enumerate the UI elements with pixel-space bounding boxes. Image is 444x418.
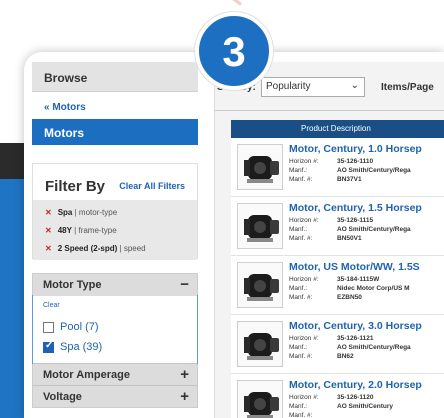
divider bbox=[215, 110, 444, 111]
motor-type-header[interactable]: Motor Type − bbox=[33, 274, 197, 296]
applied-filters-list: ✕ Spa | motor-type ✕ 48Y | frame-type ✕ 2 S… bbox=[33, 200, 197, 260]
product-horizon: Horizon #: 35-126-1110 bbox=[289, 158, 374, 165]
filter-by-title: Filter By bbox=[45, 178, 106, 195]
option-pool[interactable]: Pool (7) bbox=[43, 317, 197, 337]
applied-filter-type: | frame-type bbox=[74, 226, 117, 235]
motor-image[interactable] bbox=[237, 380, 283, 418]
motor-image[interactable] bbox=[237, 203, 283, 249]
step-number: 3 bbox=[222, 28, 246, 75]
product-manf-number: Manf. #: BN50V1 bbox=[289, 235, 362, 242]
decorative-line bbox=[232, 0, 242, 6]
step-badge: 3 bbox=[195, 12, 273, 90]
product-manufacturer: Manf.: AO Smith/Century bbox=[289, 403, 393, 410]
browser-panel: Browse « Motors Motors Filter By Clear A… bbox=[24, 52, 444, 418]
product-horizon: Horizon #: 35-126-1120 bbox=[289, 394, 374, 401]
applied-filter: ✕ 48Y | frame-type bbox=[45, 226, 197, 244]
product-horizon: Horizon #: 35-126-1115 bbox=[289, 217, 374, 224]
motor-image[interactable] bbox=[237, 262, 283, 308]
sidebar: Browse « Motors Motors Filter By Clear A… bbox=[32, 62, 198, 418]
motor-type-options: Clear Pool (7) Spa (39) bbox=[32, 295, 198, 364]
applied-filter-value: 48Y bbox=[57, 226, 72, 235]
product-horizon: Horizon #: 35-126-1121 bbox=[289, 335, 374, 342]
applied-filter: ✕ Spa | motor-type bbox=[45, 208, 197, 226]
chevron-down-icon: ⌄ bbox=[350, 80, 359, 91]
results-area: Sort By: Popularity ⌄ Items/Page Product… bbox=[214, 62, 444, 418]
expand-icon[interactable]: + bbox=[180, 366, 189, 383]
collapse-icon[interactable]: − bbox=[180, 276, 189, 293]
applied-filter: ✕ 2 Speed (2-spd) | speed bbox=[45, 244, 197, 262]
remove-filter-icon[interactable]: ✕ bbox=[45, 244, 52, 253]
screenshot-stage: Browse « Motors Motors Filter By Clear A… bbox=[0, 0, 444, 418]
pool-checkbox[interactable] bbox=[43, 321, 54, 333]
product-manf-number: Manf. #: BN62 bbox=[289, 353, 354, 360]
option-spa[interactable]: Spa (39) bbox=[43, 337, 197, 357]
clear-all-filters-link[interactable]: Clear All Filters bbox=[119, 181, 185, 191]
motor-amperage-section[interactable]: Motor Amperage + bbox=[33, 363, 197, 385]
product-row[interactable]: Motor, Century, 1.0 Horsep Horizon #: 35-1… bbox=[231, 138, 444, 197]
product-manufacturer: Manf.: AO Smith/Century/Rega bbox=[289, 344, 411, 351]
voltage-section[interactable]: Voltage + bbox=[33, 385, 197, 407]
product-horizon: Horizon #: 35-184-1115W bbox=[289, 276, 380, 283]
remove-filter-icon[interactable]: ✕ bbox=[45, 208, 52, 217]
product-title-link[interactable]: Motor, Century, 1.0 Horsep bbox=[289, 143, 422, 155]
applied-filter-type: | speed bbox=[119, 244, 146, 253]
product-list: Motor, Century, 1.0 Horsep Horizon #: 35-1… bbox=[231, 138, 444, 418]
applied-filter-type: | motor-type bbox=[74, 208, 118, 217]
product-row[interactable]: Motor, Century, 3.0 Horsep Horizon #: 35-1… bbox=[231, 315, 444, 374]
applied-filter-value: 2 Speed (2-spd) bbox=[57, 244, 118, 253]
filter-by-block: Filter By Clear All Filters ✕ Spa | motor… bbox=[32, 163, 198, 260]
spa-checkbox[interactable] bbox=[43, 340, 54, 353]
product-title-link[interactable]: Motor, Century, 1.5 Horsep bbox=[289, 202, 422, 214]
expand-icon[interactable]: + bbox=[180, 388, 189, 405]
product-manufacturer: Manf.: AO Smith/Century/Rega bbox=[289, 226, 411, 233]
category-motors-active[interactable]: Motors bbox=[32, 119, 198, 145]
product-manufacturer: Manf.: Nidec Motor Corp/US M bbox=[289, 285, 410, 292]
product-row[interactable]: Motor, US Motor/WW, 1.5S Horizon #: 35-184… bbox=[231, 256, 444, 315]
voltage-title: Voltage bbox=[43, 391, 82, 403]
product-title-link[interactable]: Motor, Century, 3.0 Horsep bbox=[289, 320, 422, 332]
product-description-header: Product Description bbox=[231, 120, 444, 138]
sort-by-select[interactable]: Popularity ⌄ bbox=[261, 77, 365, 97]
product-row[interactable]: Motor, Century, 2.0 Horsep Horizon #: 35-1… bbox=[231, 374, 444, 418]
motor-amperage-title: Motor Amperage bbox=[43, 369, 130, 381]
product-title-link[interactable]: Motor, Century, 2.0 Horsep bbox=[289, 379, 422, 391]
product-manf-number: Manf. #: EZBN50 bbox=[289, 294, 362, 301]
filter-by-header: Filter By Clear All Filters bbox=[33, 164, 197, 200]
sort-by-value: Popularity bbox=[266, 81, 311, 92]
motor-type-clear-link[interactable]: Clear bbox=[43, 302, 197, 309]
option-pool-label: Pool (7) bbox=[60, 321, 99, 333]
motor-type-section: Motor Type − Clear Pool (7) Spa (39) Mot bbox=[32, 273, 198, 408]
product-manf-number: Manf. #: BN37V1 bbox=[289, 176, 362, 183]
motor-image[interactable] bbox=[237, 144, 283, 190]
browse-header: Browse bbox=[32, 62, 198, 92]
option-spa-label: Spa (39) bbox=[60, 341, 103, 353]
motor-image[interactable] bbox=[237, 321, 283, 367]
remove-filter-icon[interactable]: ✕ bbox=[45, 226, 52, 235]
back-to-motors-link[interactable]: « Motors bbox=[44, 102, 198, 113]
product-row[interactable]: Motor, Century, 1.5 Horsep Horizon #: 35-1… bbox=[231, 197, 444, 256]
motor-type-title: Motor Type bbox=[43, 279, 102, 291]
product-manufacturer: Manf.: AO Smith/Century/Rega bbox=[289, 167, 411, 174]
product-title-link[interactable]: Motor, US Motor/WW, 1.5S bbox=[289, 261, 420, 273]
applied-filter-value: Spa bbox=[57, 208, 73, 217]
product-manf-number: Manf. #: bbox=[289, 412, 313, 418]
items-per-page-label: Items/Page bbox=[381, 82, 434, 93]
